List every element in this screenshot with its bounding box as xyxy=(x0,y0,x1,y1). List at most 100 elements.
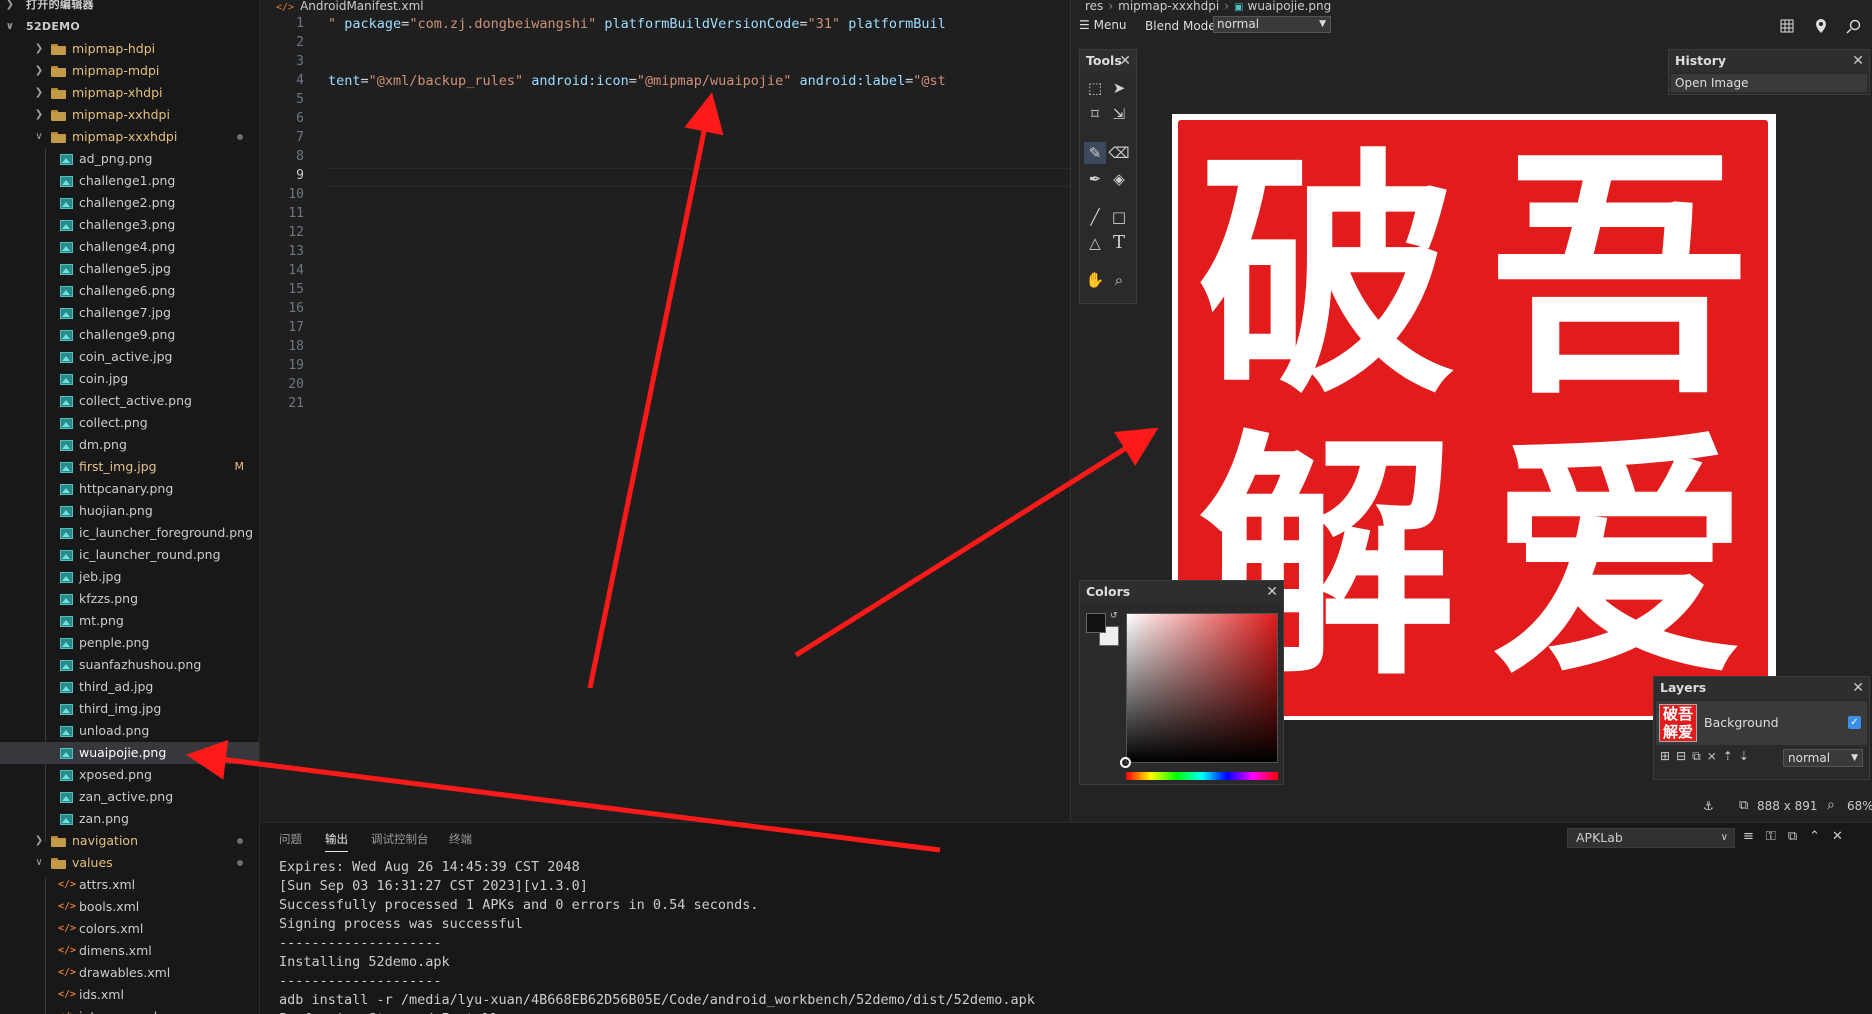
open-editors-header[interactable]: ❯ 打开的编辑器 xyxy=(0,0,259,16)
file-item[interactable]: jeb.jpg xyxy=(0,566,259,588)
file-item[interactable]: third_ad.jpg xyxy=(0,676,259,698)
file-item[interactable]: ic_launcher_foreground.png xyxy=(0,522,259,544)
breadcrumb-item[interactable]: wuaipojie.png xyxy=(1248,0,1332,13)
clear-output-icon[interactable]: ≡ xyxy=(1743,829,1766,844)
file-item[interactable]: suanfazhushou.png xyxy=(0,654,259,676)
delete-layer-icon[interactable]: ⊟ xyxy=(1676,749,1692,763)
layer-row[interactable]: 破吾 解爱 Background ✓ xyxy=(1656,701,1867,745)
project-header[interactable]: ∨ 52DEMO xyxy=(0,16,259,38)
hand-icon[interactable]: ✋ xyxy=(1084,269,1106,291)
file-item[interactable]: wuaipojie.png xyxy=(0,742,259,764)
color-picker-field[interactable] xyxy=(1126,613,1278,763)
foreground-color-swatch[interactable] xyxy=(1086,613,1106,633)
duplicate-layer-icon[interactable]: ⧉ xyxy=(1692,749,1707,763)
move-select-icon[interactable]: ➤ xyxy=(1108,77,1130,99)
zoom-icon[interactable]: ⌕ xyxy=(1108,269,1130,291)
file-item[interactable]: </>integers.xml xyxy=(0,1006,259,1014)
file-item[interactable]: challenge1.png xyxy=(0,170,259,192)
layer-blend-select[interactable]: normal ▼ xyxy=(1783,749,1863,767)
color-picker-cursor[interactable] xyxy=(1120,757,1131,768)
crop-icon[interactable]: ⌑ xyxy=(1084,103,1106,125)
close-icon[interactable]: ✕ xyxy=(1266,581,1278,603)
file-item[interactable]: huojian.png xyxy=(0,500,259,522)
folder-item[interactable]: ∨ mipmap-xxxhdpi xyxy=(0,126,259,148)
file-item[interactable]: third_img.jpg xyxy=(0,698,259,720)
merge-layer-icon[interactable]: ⨯ xyxy=(1707,749,1723,763)
close-icon[interactable]: ✕ xyxy=(1852,50,1864,72)
pencil-icon[interactable]: ✎ xyxy=(1084,142,1106,164)
folder-item[interactable]: ❯ mipmap-xhdpi xyxy=(0,82,259,104)
breadcrumb-item[interactable]: mipmap-xxxhdpi xyxy=(1118,0,1219,13)
shapes-icon[interactable]: △ xyxy=(1084,232,1106,254)
file-item[interactable]: first_img.jpg M xyxy=(0,456,259,478)
file-item[interactable]: xposed.png xyxy=(0,764,259,786)
file-item[interactable]: </> attrs.xml xyxy=(0,874,259,896)
grid-icon[interactable] xyxy=(1780,19,1794,33)
close-icon[interactable]: ✕ xyxy=(1832,829,1855,844)
file-item[interactable]: challenge3.png xyxy=(0,214,259,236)
history-item[interactable]: Open Image xyxy=(1671,74,1867,92)
folder-item[interactable]: ∨ values xyxy=(0,852,259,874)
file-item[interactable]: ic_launcher_round.png xyxy=(0,544,259,566)
eraser-icon[interactable]: ⌫ xyxy=(1108,142,1130,164)
folder-item[interactable]: ❯ mipmap-xxhdpi xyxy=(0,104,259,126)
resize-icon[interactable]: ⧉ xyxy=(1739,798,1748,813)
file-item[interactable]: </> drawables.xml xyxy=(0,962,259,984)
folder-item[interactable]: ❯ navigation xyxy=(0,830,259,852)
copy-icon[interactable]: ⧉ xyxy=(1788,829,1809,844)
rectangle-icon[interactable]: □ xyxy=(1108,206,1130,228)
editor-tab[interactable]: </> AndroidManifest.xml xyxy=(260,0,1070,14)
file-item[interactable]: challenge4.png xyxy=(0,236,259,258)
file-item[interactable]: coin_active.jpg xyxy=(0,346,259,368)
file-item[interactable]: mt.png xyxy=(0,610,259,632)
file-item[interactable]: coin.jpg xyxy=(0,368,259,390)
file-item[interactable]: collect_active.png xyxy=(0,390,259,412)
file-item[interactable]: zan.png xyxy=(0,808,259,830)
move-layer-down-icon[interactable]: ⇣ xyxy=(1739,749,1755,763)
line-icon[interactable]: ╱ xyxy=(1084,206,1106,228)
location-pin-icon[interactable] xyxy=(1816,19,1826,33)
file-item[interactable]: penple.png xyxy=(0,632,259,654)
close-icon[interactable]: ✕ xyxy=(1852,677,1864,699)
tab-terminal[interactable]: 终端 xyxy=(449,831,472,847)
folder-item[interactable]: ❯ mipmap-mdpi xyxy=(0,60,259,82)
file-item[interactable]: zan_active.png xyxy=(0,786,259,808)
code-line-4[interactable]: tent="@xml/backup_rules" android:icon="@… xyxy=(328,73,946,89)
hue-slider[interactable] xyxy=(1126,772,1278,780)
code-line-1[interactable]: " package = "com.zj.dongbeiwangshi" platfo… xyxy=(328,16,946,32)
move-layer-up-icon[interactable]: ⇡ xyxy=(1723,749,1739,763)
add-layer-icon[interactable]: ⊞ xyxy=(1660,749,1676,763)
menu-button[interactable]: ☰ Menu xyxy=(1079,18,1127,32)
maximize-panel-icon[interactable]: ⌃ xyxy=(1809,829,1832,844)
file-item[interactable]: httpcanary.png xyxy=(0,478,259,500)
file-item[interactable]: challenge7.jpg xyxy=(0,302,259,324)
text-icon[interactable]: T xyxy=(1108,232,1130,254)
file-item[interactable]: challenge5.jpg xyxy=(0,258,259,280)
file-item[interactable]: challenge2.png xyxy=(0,192,259,214)
output-channel-select[interactable]: APKLab ∨ xyxy=(1567,828,1735,848)
layer-visibility-checkbox[interactable]: ✓ xyxy=(1848,716,1861,729)
file-item[interactable]: </> bools.xml xyxy=(0,896,259,918)
file-item[interactable]: kfzzs.png xyxy=(0,588,259,610)
file-item[interactable]: unload.png xyxy=(0,720,259,742)
file-item[interactable]: collect.png xyxy=(0,412,259,434)
file-item[interactable]: ad_png.png xyxy=(0,148,259,170)
move-icon[interactable]: ⇲ xyxy=(1108,103,1130,125)
search-layers-icon[interactable] xyxy=(1846,19,1861,34)
file-item[interactable]: challenge6.png xyxy=(0,280,259,302)
blend-mode-select[interactable]: normal ▼ xyxy=(1213,16,1331,33)
file-item[interactable]: dm.png xyxy=(0,434,259,456)
file-item[interactable]: </> ids.xml xyxy=(0,984,259,1006)
lock-icon[interactable]: ⚿ xyxy=(1766,829,1788,844)
tab-output[interactable]: 输出 xyxy=(325,831,348,852)
file-item[interactable]: challenge9.png xyxy=(0,324,259,346)
breadcrumb-item[interactable]: res xyxy=(1085,0,1103,13)
rect-select-icon[interactable]: ⬚ xyxy=(1084,77,1106,99)
file-item[interactable]: </> dimens.xml xyxy=(0,940,259,962)
zoom-icon[interactable]: ⌕ xyxy=(1827,797,1835,813)
fill-bucket-icon[interactable]: ◈ xyxy=(1108,168,1130,190)
close-icon[interactable]: ✕ xyxy=(1119,50,1131,72)
tab-problems[interactable]: 问题 xyxy=(279,831,302,847)
tab-debug-console[interactable]: 调试控制台 xyxy=(371,831,429,847)
file-item[interactable]: </> colors.xml xyxy=(0,918,259,940)
